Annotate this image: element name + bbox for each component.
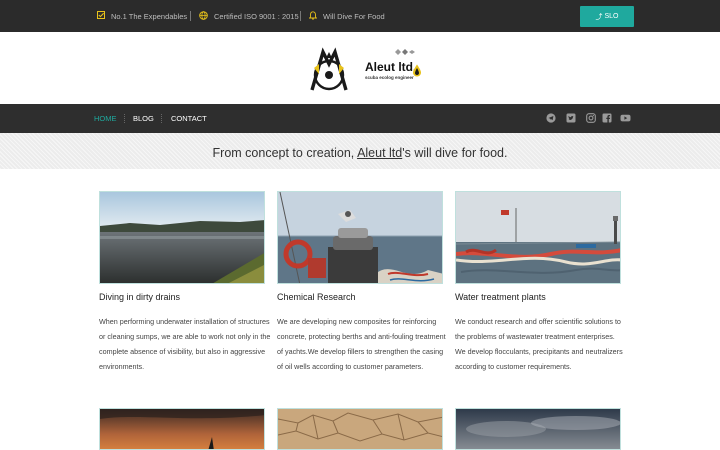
nav-item-home[interactable]: HOME — [94, 104, 117, 133]
tagline-text-after: 's will dive for food. — [402, 146, 508, 160]
telegram-icon[interactable] — [546, 113, 556, 123]
card-image-sunset[interactable] — [99, 408, 265, 450]
topbar-divider — [190, 11, 191, 21]
card-title-water-treatment[interactable]: Water treatment plants — [455, 292, 546, 302]
company-logo[interactable] — [306, 44, 362, 94]
language-slo-label: SLO — [604, 13, 619, 20]
oil-drop-icon — [413, 64, 421, 77]
top-info-bar: No.1 The Expendables Certified ISO 9001 … — [0, 0, 720, 32]
topbar-item-rank: No.1 The Expendables — [97, 0, 187, 32]
card-image-drains[interactable] — [99, 191, 265, 284]
main-navigation: HOME BLOG CONTACT — [0, 104, 720, 133]
card-image-water-treatment[interactable] — [455, 191, 621, 284]
card-text-chemical: We are developing new composites for rei… — [277, 317, 446, 371]
card-title-drains[interactable]: Diving in dirty drains — [99, 292, 180, 302]
tagline-brand-link[interactable]: Aleut ltd — [357, 146, 402, 160]
nav-divider — [124, 114, 125, 123]
card-image-cracked-earth[interactable] — [277, 408, 443, 450]
topbar-item-iso: Certified ISO 9001 : 2015 — [199, 0, 299, 32]
nav-item-blog[interactable]: BLOG — [133, 104, 154, 133]
card-text-drains: When performing underwater installation … — [99, 317, 271, 371]
globe-icon — [199, 10, 208, 22]
nav-divider — [161, 114, 162, 123]
card-image-chemical[interactable] — [277, 191, 443, 284]
translate-icon: ⤴ — [595, 13, 603, 21]
nav-item-contact[interactable]: CONTACT — [171, 104, 207, 133]
topbar-item-motto: Will Dive For Food — [308, 0, 385, 32]
card-text-water-treatment: We conduct research and offer scientific… — [455, 317, 623, 371]
logo-subtitle: scuba ecolog engineer — [365, 75, 414, 80]
instagram-icon[interactable] — [586, 113, 596, 123]
topbar-motto-label: Will Dive For Food — [323, 11, 385, 21]
logo-decoration — [395, 49, 415, 55]
facebook-icon[interactable] — [602, 113, 612, 123]
topbar-rank-label: No.1 The Expendables — [111, 11, 188, 21]
card-image-clouds[interactable] — [455, 408, 621, 450]
tagline-banner: From concept to creation, Aleut ltd's wi… — [0, 133, 720, 169]
card-title-chemical[interactable]: Chemical Research — [277, 292, 356, 302]
logo-title: Aleut ltd. — [365, 60, 417, 74]
topbar-divider — [300, 11, 301, 21]
bell-icon — [308, 10, 318, 22]
language-slo-button[interactable]: ⤴ SLO — [580, 6, 634, 27]
tagline-text-before: From concept to creation, — [212, 146, 358, 160]
youtube-icon[interactable] — [620, 113, 631, 123]
topbar-iso-label: Certified ISO 9001 : 2015 — [214, 11, 299, 21]
check-square-icon — [97, 11, 105, 21]
twitter-icon[interactable] — [566, 113, 576, 123]
